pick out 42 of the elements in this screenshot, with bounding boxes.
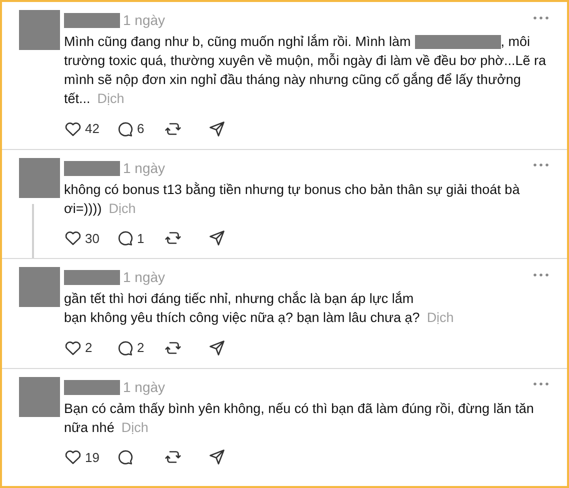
translate-link[interactable]: Dịch	[121, 418, 148, 436]
heart-icon	[64, 338, 82, 357]
post-text: bạn không yêu thích công việc nữa ạ? bạn làm lâu chưa ạ?	[64, 309, 420, 327]
heart-icon	[64, 448, 82, 466]
comment-icon	[116, 229, 134, 248]
reply-count: 6	[137, 120, 144, 138]
reply-count: 1	[137, 230, 144, 248]
avatar[interactable]	[18, 158, 60, 198]
send-icon	[208, 229, 226, 248]
translate-link[interactable]: Dịch	[426, 308, 454, 327]
send-icon	[208, 120, 226, 138]
username-redaction[interactable]	[64, 160, 120, 176]
post-text: ơi=))))	[64, 200, 102, 218]
post-text: Bạn có cảm thấy bình yên không, nếu có thì bạn đã làm đúng rồi, đừng lăn tăn	[64, 400, 534, 418]
avatar[interactable]	[18, 376, 60, 416]
like-count: 2	[85, 339, 92, 357]
post-text: trường toxic quá, thường xuyên về muộn, mỗi ngày đi làm về đều bơ phờ...Lẽ ra	[64, 52, 546, 70]
post-text: không có bonus t13 bằng tiền nhưng tự bonus cho bản thân sự giải thoát bà	[64, 180, 520, 198]
post-text: tết...	[64, 90, 90, 108]
translate-link[interactable]: Dịch	[97, 89, 124, 108]
timestamp: 1 ngày	[123, 11, 166, 30]
post-text: gần tết thì hơi đáng tiếc nhỉ, nhưng chắc là bạn áp lực lắm	[64, 290, 414, 308]
timestamp: 1 ngày	[123, 268, 166, 287]
post-text: , môi	[500, 33, 530, 51]
heart-icon	[64, 229, 82, 248]
timestamp: 1 ngày	[123, 378, 166, 397]
like-count: 30	[85, 230, 100, 248]
send-icon	[208, 338, 226, 357]
timestamp: 1 ngày	[123, 158, 166, 178]
post-text: mình sẽ nộp đơn xin nghỉ đầu tháng này nhưng cũng cố gắng để lấy thưởng	[64, 71, 521, 89]
heart-icon	[64, 120, 82, 138]
post-text: Mình cũng đang như b, cũng muốn nghỉ lắm rồi. Mình làm	[64, 33, 411, 51]
comment-icon	[116, 120, 134, 138]
like-count: 42	[85, 120, 100, 138]
like-count: 19	[85, 448, 100, 466]
translate-link[interactable]: Dịch	[108, 198, 136, 218]
comment-icon	[116, 338, 134, 357]
reply-count: 2	[137, 339, 144, 357]
send-icon	[208, 448, 226, 466]
username-redaction[interactable]	[64, 380, 120, 394]
post-text: nữa nhé	[64, 418, 114, 436]
comment-icon	[116, 448, 134, 466]
